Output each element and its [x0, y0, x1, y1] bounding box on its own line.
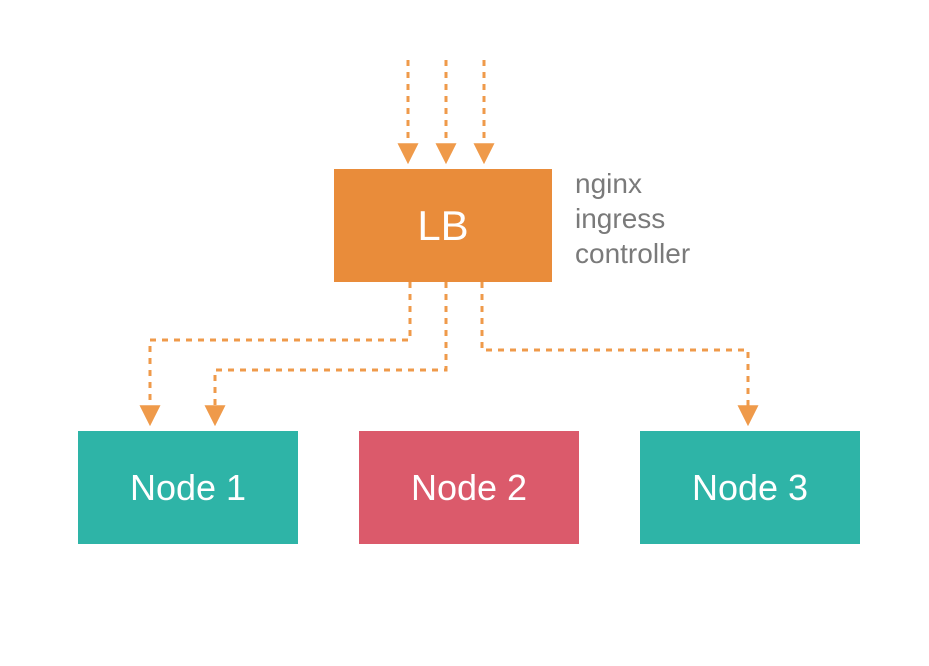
load-balancer-box: LB: [334, 169, 552, 282]
node-label: Node 2: [411, 467, 527, 509]
lb-to-node1-arrow-b: [215, 282, 446, 422]
lb-label: LB: [417, 202, 468, 250]
lb-to-node1-arrow-a: [150, 282, 410, 422]
lb-to-node3-arrow: [482, 282, 748, 422]
node-3-box: Node 3: [640, 431, 860, 544]
lb-description-line: nginx: [575, 166, 690, 201]
lb-description: nginx ingress controller: [575, 166, 690, 271]
lb-description-line: controller: [575, 236, 690, 271]
node-1-box: Node 1: [78, 431, 298, 544]
node-label: Node 3: [692, 467, 808, 509]
architecture-diagram: LB nginx ingress controller Node 1 Node …: [0, 0, 929, 666]
node-label: Node 1: [130, 467, 246, 509]
lb-description-line: ingress: [575, 201, 690, 236]
node-2-box: Node 2: [359, 431, 579, 544]
connections-layer: [0, 0, 929, 666]
